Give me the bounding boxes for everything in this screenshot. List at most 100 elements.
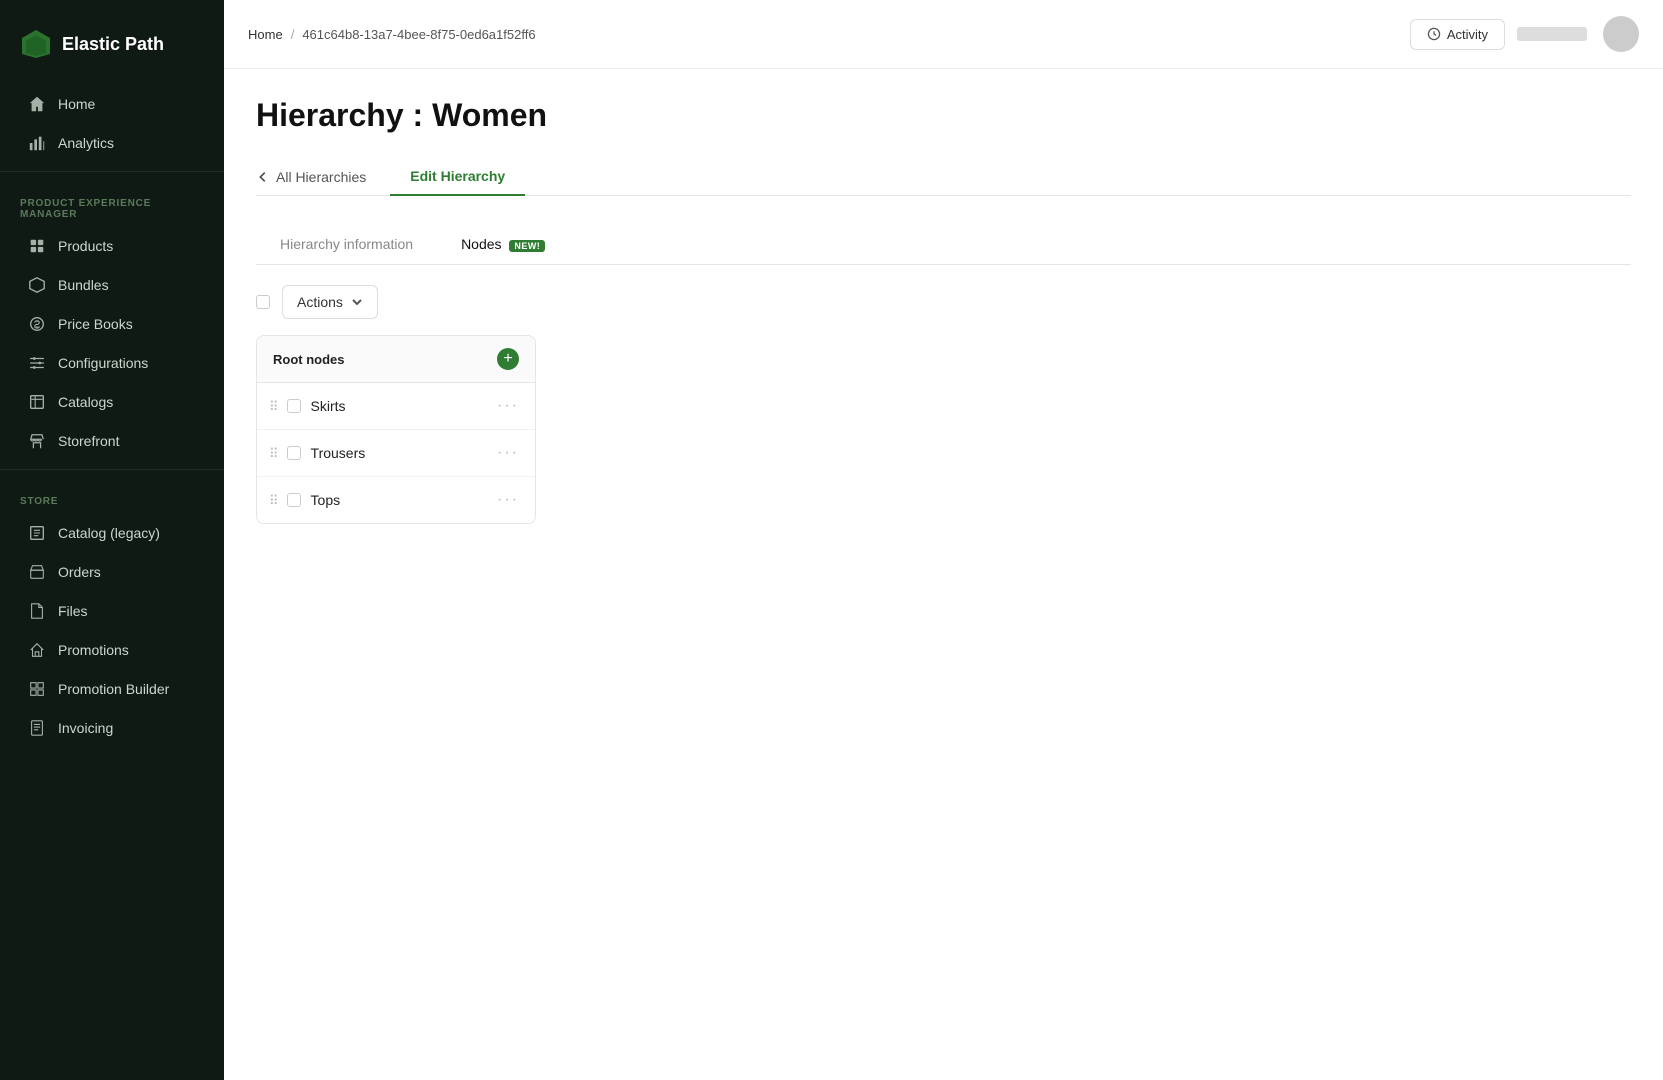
breadcrumb: Home / 461c64b8-13a7-4bee-8f75-0ed6a1f52… bbox=[248, 27, 536, 42]
logo-icon bbox=[20, 28, 52, 60]
panel-tabs: Hierarchy information Nodes NEW! bbox=[256, 224, 1631, 265]
back-arrow-icon bbox=[256, 170, 270, 184]
user-name bbox=[1517, 27, 1587, 41]
sidebar-item-home[interactable]: Home bbox=[8, 85, 216, 123]
catalog-legacy-icon bbox=[28, 524, 46, 542]
page-title: Hierarchy : Women bbox=[256, 97, 1631, 134]
sidebar: Elastic Path Home Analytics PRODUCT EXPE… bbox=[0, 0, 224, 1080]
promotions-icon bbox=[28, 641, 46, 659]
node-checkbox-tops[interactable] bbox=[287, 493, 301, 507]
invoicing-icon bbox=[28, 719, 46, 737]
nodes-new-badge: NEW! bbox=[509, 240, 545, 252]
drag-handle-icon: ⠿ bbox=[269, 494, 279, 507]
sidebar-item-label: Files bbox=[58, 603, 88, 619]
sidebar-item-label: Home bbox=[58, 96, 95, 112]
master-checkbox[interactable] bbox=[256, 295, 270, 309]
activity-button[interactable]: Activity bbox=[1410, 19, 1505, 50]
pem-nav: Products Bundles Price Books Configurati… bbox=[0, 226, 224, 461]
storefront-icon bbox=[28, 432, 46, 450]
table-row: ⠿ Skirts ··· bbox=[257, 383, 535, 430]
activity-icon bbox=[1427, 27, 1441, 41]
actions-button[interactable]: Actions bbox=[282, 285, 378, 319]
root-nodes-title: Root nodes bbox=[273, 352, 345, 367]
table-row: ⠿ Tops ··· bbox=[257, 477, 535, 523]
node-more-trousers[interactable]: ··· bbox=[493, 442, 523, 464]
pem-section-label: PRODUCT EXPERIENCE MANAGER bbox=[0, 180, 224, 226]
main-wrapper: Home / 461c64b8-13a7-4bee-8f75-0ed6a1f52… bbox=[224, 0, 1663, 1080]
table-row: ⠿ Trousers ··· bbox=[257, 430, 535, 477]
configurations-icon bbox=[28, 354, 46, 372]
sidebar-item-orders[interactable]: Orders bbox=[8, 553, 216, 591]
node-more-skirts[interactable]: ··· bbox=[493, 395, 523, 417]
add-root-node-button[interactable]: + bbox=[497, 348, 519, 370]
sidebar-item-price-books[interactable]: Price Books bbox=[8, 305, 216, 343]
node-name-skirts[interactable]: Skirts bbox=[311, 398, 493, 414]
top-nav: Home Analytics bbox=[0, 84, 224, 163]
root-nodes-container: Root nodes + ⠿ Skirts ··· ⠿ Trousers ···… bbox=[256, 335, 536, 524]
sidebar-item-label: Catalog (legacy) bbox=[58, 525, 160, 541]
sidebar-item-label: Promotion Builder bbox=[58, 681, 169, 697]
node-more-tops[interactable]: ··· bbox=[493, 489, 523, 511]
sidebar-item-products[interactable]: Products bbox=[8, 227, 216, 265]
chevron-down-icon bbox=[351, 296, 363, 308]
sidebar-item-bundles[interactable]: Bundles bbox=[8, 266, 216, 304]
drag-handle-icon: ⠿ bbox=[269, 447, 279, 460]
tab-back-label: All Hierarchies bbox=[276, 169, 366, 185]
orders-icon bbox=[28, 563, 46, 581]
topbar-actions: Activity bbox=[1410, 16, 1639, 52]
store-section-label: STORE bbox=[0, 478, 224, 513]
sidebar-item-files[interactable]: Files bbox=[8, 592, 216, 630]
sidebar-item-catalogs[interactable]: Catalogs bbox=[8, 383, 216, 421]
sidebar-item-promotion-builder[interactable]: Promotion Builder bbox=[8, 670, 216, 708]
products-icon bbox=[28, 237, 46, 255]
sidebar-item-promotions[interactable]: Promotions bbox=[8, 631, 216, 669]
app-name: Elastic Path bbox=[62, 34, 164, 55]
sidebar-divider-2 bbox=[0, 469, 224, 470]
tab-active-label: Edit Hierarchy bbox=[410, 168, 505, 184]
sidebar-divider-1 bbox=[0, 171, 224, 172]
panel-tab-hierarchy-info[interactable]: Hierarchy information bbox=[256, 224, 437, 264]
catalogs-icon bbox=[28, 393, 46, 411]
avatar bbox=[1603, 16, 1639, 52]
sidebar-item-label: Storefront bbox=[58, 433, 119, 449]
actions-label: Actions bbox=[297, 294, 343, 310]
sidebar-item-label: Promotions bbox=[58, 642, 129, 658]
root-nodes-header: Root nodes + bbox=[257, 336, 535, 383]
store-nav: Catalog (legacy) Orders Files Promotions… bbox=[0, 513, 224, 748]
sidebar-item-storefront[interactable]: Storefront bbox=[8, 422, 216, 460]
sidebar-item-label: Products bbox=[58, 238, 113, 254]
sidebar-item-configurations[interactable]: Configurations bbox=[8, 344, 216, 382]
panel-tab-nodes[interactable]: Nodes NEW! bbox=[437, 224, 569, 264]
sidebar-item-analytics[interactable]: Analytics bbox=[8, 124, 216, 162]
breadcrumb-id: 461c64b8-13a7-4bee-8f75-0ed6a1f52ff6 bbox=[302, 27, 535, 42]
analytics-icon bbox=[28, 134, 46, 152]
node-checkbox-skirts[interactable] bbox=[287, 399, 301, 413]
node-name-trousers[interactable]: Trousers bbox=[311, 445, 493, 461]
breadcrumb-home[interactable]: Home bbox=[248, 27, 283, 42]
price-books-icon bbox=[28, 315, 46, 333]
sidebar-item-label: Price Books bbox=[58, 316, 133, 332]
files-icon bbox=[28, 602, 46, 620]
topbar: Home / 461c64b8-13a7-4bee-8f75-0ed6a1f52… bbox=[224, 0, 1663, 69]
sidebar-item-label: Catalogs bbox=[58, 394, 113, 410]
sidebar-item-catalog-legacy[interactable]: Catalog (legacy) bbox=[8, 514, 216, 552]
sidebar-item-invoicing[interactable]: Invoicing bbox=[8, 709, 216, 747]
tab-back-all-hierarchies[interactable]: All Hierarchies bbox=[256, 159, 382, 195]
sidebar-item-label: Analytics bbox=[58, 135, 114, 151]
node-checkbox-trousers[interactable] bbox=[287, 446, 301, 460]
node-name-tops[interactable]: Tops bbox=[311, 492, 493, 508]
panel-nodes-label: Nodes bbox=[461, 236, 501, 252]
drag-handle-icon: ⠿ bbox=[269, 400, 279, 413]
breadcrumb-separator: / bbox=[291, 27, 295, 42]
user-area bbox=[1517, 16, 1639, 52]
sidebar-item-label: Bundles bbox=[58, 277, 109, 293]
tabs: All Hierarchies Edit Hierarchy bbox=[256, 158, 1631, 196]
sidebar-item-label: Configurations bbox=[58, 355, 148, 371]
sidebar-item-label: Orders bbox=[58, 564, 101, 580]
home-icon bbox=[28, 95, 46, 113]
bundles-icon bbox=[28, 276, 46, 294]
app-logo: Elastic Path bbox=[0, 0, 224, 84]
page-content: Hierarchy : Women All Hierarchies Edit H… bbox=[224, 69, 1663, 1080]
tab-edit-hierarchy[interactable]: Edit Hierarchy bbox=[390, 158, 525, 196]
toolbar: Actions bbox=[256, 285, 1631, 319]
